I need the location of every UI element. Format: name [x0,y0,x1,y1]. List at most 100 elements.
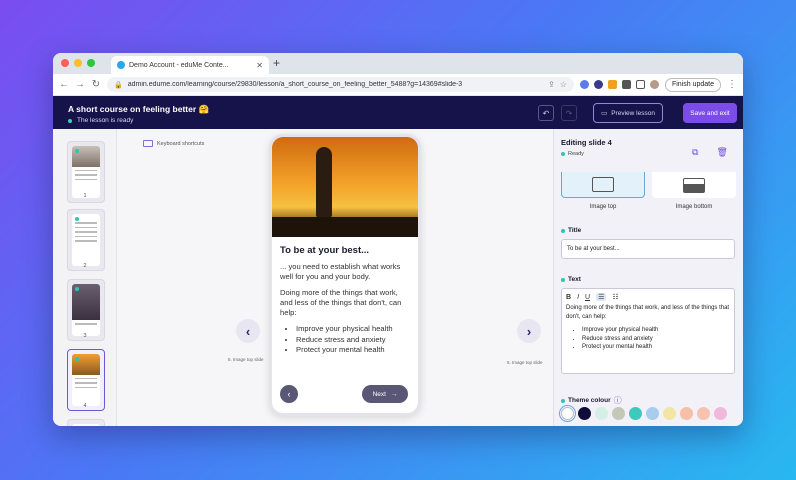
extension-icon[interactable] [593,80,603,89]
list-item: Improve your physical health [296,324,410,335]
redo-button[interactable]: ↷ [561,105,577,121]
layout-image-top-label: Image top [589,204,617,210]
list-item: Improve your physical health [582,326,730,335]
theme-colour-swatch[interactable] [663,407,676,420]
status-dot-icon [561,152,565,156]
title-input[interactable]: To be at your best... [561,239,735,259]
reload-icon[interactable]: ↻ [91,79,101,90]
address-bar[interactable]: 🔒 admin.edume.com/learning/course/29830/… [107,77,574,92]
theme-colour-swatch[interactable] [612,407,625,420]
image-bottom-icon [683,177,705,193]
pen-extension-icon[interactable] [607,80,617,89]
duplicate-icon[interactable]: ⧉ [692,147,698,158]
preview-lesson-button[interactable]: ▭ Preview lesson [593,103,663,123]
title-label-text: Title [568,227,582,234]
slide-status-dot-icon [75,357,79,361]
share-icon[interactable]: ⇪ [548,80,555,89]
slide-bullet-list: Improve your physical health Reduce stre… [296,324,410,356]
theme-colour-swatch[interactable] [559,405,576,422]
undo-icon: ↶ [542,108,550,118]
theme-colour-swatch[interactable] [697,407,710,420]
sidebar-icon[interactable] [635,80,645,89]
keyboard-shortcuts-link[interactable]: Keyboard shortcuts [143,140,204,147]
text-editor[interactable]: B I U ☰ ☷ Doing more of the things that … [561,288,735,374]
numbered-list-button[interactable]: ☷ [612,293,618,301]
close-window-button[interactable] [61,59,69,67]
slide-thumbnails: 1 2 3 4 [53,129,117,426]
keyboard-icon [143,140,153,147]
window-controls [61,59,95,67]
layout-image-bottom-label: Image bottom [675,204,713,210]
save-and-exit-button[interactable]: Save and exit [683,103,737,123]
star-icon[interactable]: ☆ [560,80,567,89]
next-label: Next [372,390,386,398]
image-top-icon [592,177,614,192]
keyboard-shortcuts-label: Keyboard shortcuts [157,140,205,147]
slide-thumbnail-2[interactable] [67,209,105,271]
text-label-text: Text [568,276,581,283]
tab-title: Demo Account - eduMe Conte... [129,61,229,69]
theme-colour-swatches [559,405,727,422]
back-icon[interactable]: ← [59,79,69,90]
lesson-status: The lesson is ready [68,117,133,124]
bullet-list-button[interactable]: ☰ [596,293,607,301]
previous-slide-caption: 5. Image top slide [228,357,264,362]
slide-status-dot-icon [75,287,79,291]
slide-paragraph: ... you need to establish what works wel… [280,262,401,281]
course-title: A short course on feeling better 🤗 [68,104,210,114]
minimize-window-button[interactable] [74,59,82,67]
slide-thumbnail-3[interactable] [67,279,105,341]
lock-icon: 🔒 [114,81,123,89]
profile-avatar[interactable] [649,80,659,89]
bold-button[interactable]: B [566,294,571,301]
italic-button[interactable]: I [577,294,579,301]
browser-window: Demo Account - eduMe Conte... ✕ + ← → ↻ … [53,53,743,426]
theme-colour-swatch[interactable] [595,407,608,420]
list-item: Reduce stress and anxiety [296,335,410,346]
extensions [579,80,659,89]
previous-slide-button[interactable]: ‹ [236,319,260,343]
info-icon[interactable]: ⓘ [614,395,622,406]
required-dot-icon [561,398,565,403]
required-dot-icon [561,277,565,282]
tab-strip: Demo Account - eduMe Conte... ✕ + [53,53,743,74]
editing-status: Ready [561,151,584,157]
url-row: ← → ↻ 🔒 admin.edume.com/learning/course/… [53,74,743,96]
theme-colour-swatch[interactable] [629,407,642,420]
list-item: Protect your mental health [582,343,730,352]
menu-kebab-icon[interactable]: ⋮ [727,79,737,90]
editing-status-text: Ready [568,151,584,157]
preview-icon: ▭ [601,110,608,117]
forward-icon[interactable]: → [75,79,85,90]
extension-icon[interactable] [579,80,589,89]
theme-colour-swatch[interactable] [680,407,693,420]
puzzle-icon[interactable] [621,80,631,89]
theme-colour-label: Theme colour ⓘ [561,395,622,406]
finish-update-button[interactable]: Finish update [664,77,721,92]
new-tab-icon[interactable]: + [273,56,280,70]
maximize-window-button[interactable] [87,59,95,67]
slide-paragraph: Doing more of the things that work, and … [280,288,402,317]
slide-thumbnail-4[interactable] [67,349,105,411]
slide-status-dot-icon [75,149,79,153]
undo-button[interactable]: ↶ [538,105,554,121]
layout-image-top[interactable] [561,172,645,198]
text-field-label: Text [561,276,581,283]
trash-icon[interactable]: 🗑 [716,147,727,158]
phone-back-button[interactable]: ‹ [280,385,298,403]
next-slide-button[interactable]: › [517,319,541,343]
preview-lesson-label: Preview lesson [611,109,655,117]
underline-button[interactable]: U [585,294,590,301]
close-tab-icon[interactable]: ✕ [256,61,263,70]
list-item: Reduce stress and anxiety [582,335,730,344]
theme-colour-swatch[interactable] [714,407,727,420]
layout-image-bottom[interactable] [652,172,736,198]
phone-next-button[interactable]: Next → [362,385,408,403]
theme-colour-swatch[interactable] [578,407,591,420]
theme-colour-swatch[interactable] [646,407,659,420]
chevron-right-icon: › [526,323,532,339]
theme-colour-label-text: Theme colour [568,397,611,404]
status-dot-icon [68,118,72,123]
slide-thumbnail-5[interactable] [67,419,105,426]
browser-tab[interactable]: Demo Account - eduMe Conte... ✕ [111,56,269,74]
